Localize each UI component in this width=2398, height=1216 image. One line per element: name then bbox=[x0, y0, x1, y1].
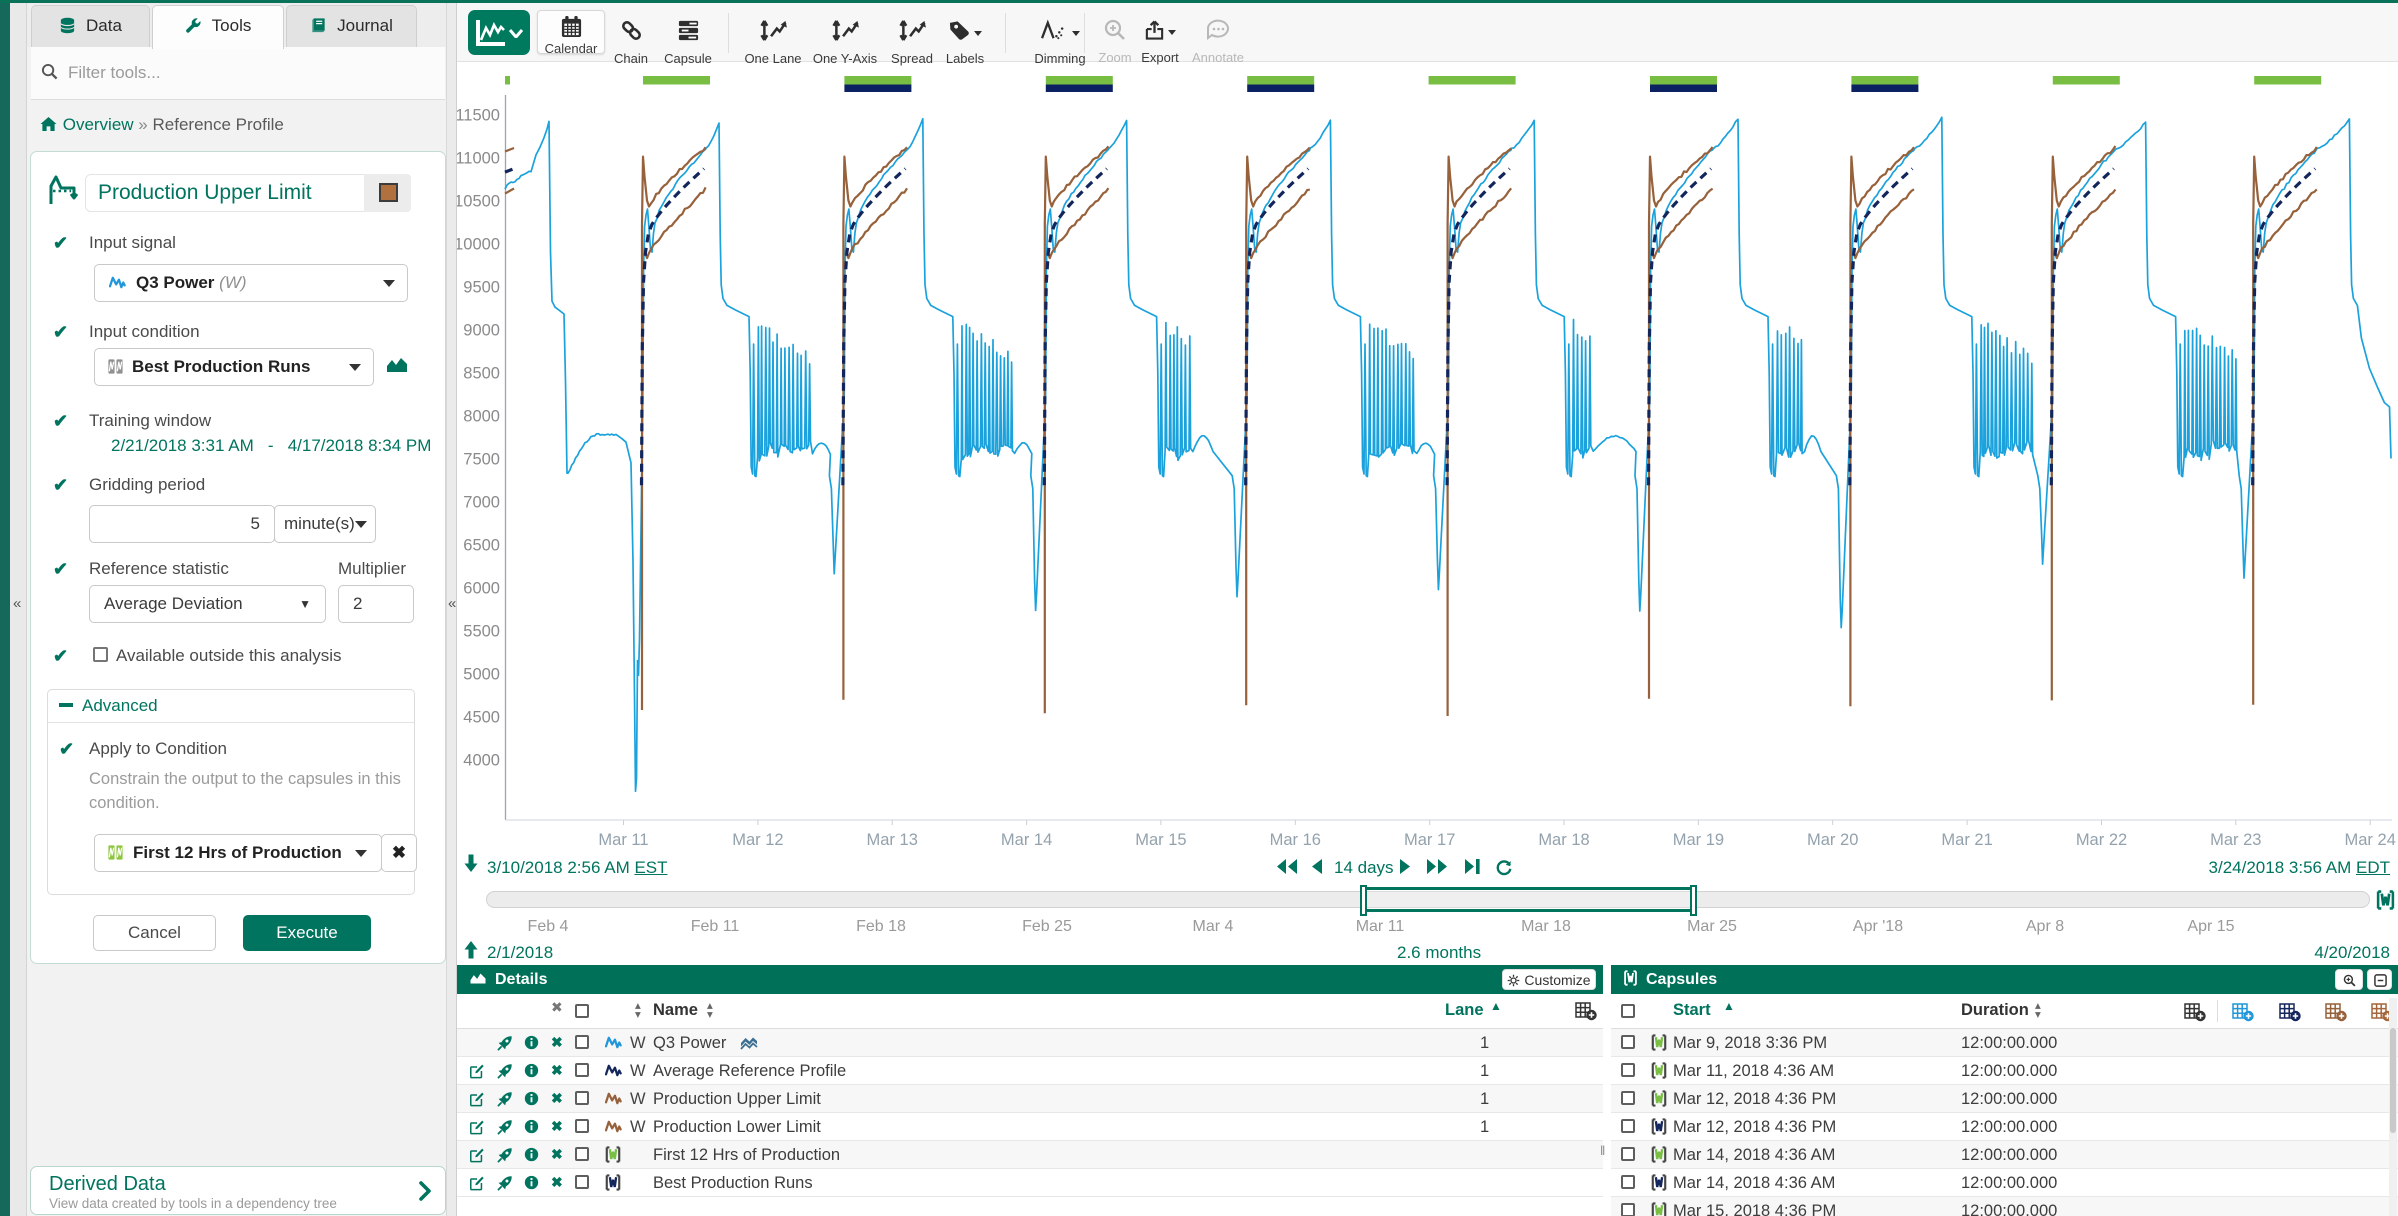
svg-text:Mar 24: Mar 24 bbox=[2345, 831, 2396, 849]
svg-text:7000: 7000 bbox=[463, 494, 500, 512]
svg-text:6500: 6500 bbox=[463, 537, 500, 555]
svg-text:Mar 11: Mar 11 bbox=[598, 831, 648, 849]
svg-text:8500: 8500 bbox=[463, 365, 500, 383]
svg-text:Mar 22: Mar 22 bbox=[2076, 831, 2127, 849]
svg-text:Mar 17: Mar 17 bbox=[1404, 831, 1455, 849]
svg-text:Mar 18: Mar 18 bbox=[1538, 831, 1589, 849]
svg-text:10000: 10000 bbox=[457, 236, 500, 254]
svg-text:5500: 5500 bbox=[463, 623, 500, 641]
svg-text:Mar 15: Mar 15 bbox=[1135, 831, 1186, 849]
svg-text:4500: 4500 bbox=[463, 709, 500, 727]
svg-text:4000: 4000 bbox=[463, 752, 500, 770]
svg-text:11500: 11500 bbox=[457, 107, 500, 125]
svg-text:Mar 13: Mar 13 bbox=[867, 831, 918, 849]
svg-text:Mar 14: Mar 14 bbox=[1001, 831, 1052, 849]
svg-text:9000: 9000 bbox=[463, 322, 500, 340]
svg-text:Mar 16: Mar 16 bbox=[1270, 831, 1321, 849]
svg-text:6000: 6000 bbox=[463, 580, 500, 598]
svg-text:Mar 20: Mar 20 bbox=[1807, 831, 1858, 849]
svg-text:Mar 23: Mar 23 bbox=[2210, 831, 2261, 849]
svg-text:Mar 19: Mar 19 bbox=[1673, 831, 1724, 849]
svg-text:Mar 12: Mar 12 bbox=[732, 831, 783, 849]
svg-text:9500: 9500 bbox=[463, 279, 500, 297]
svg-text:Mar 21: Mar 21 bbox=[1941, 831, 1992, 849]
svg-text:8000: 8000 bbox=[463, 408, 500, 426]
svg-text:5000: 5000 bbox=[463, 666, 500, 684]
svg-text:10500: 10500 bbox=[457, 193, 500, 211]
svg-text:11000: 11000 bbox=[457, 150, 500, 168]
svg-text:7500: 7500 bbox=[463, 451, 500, 469]
